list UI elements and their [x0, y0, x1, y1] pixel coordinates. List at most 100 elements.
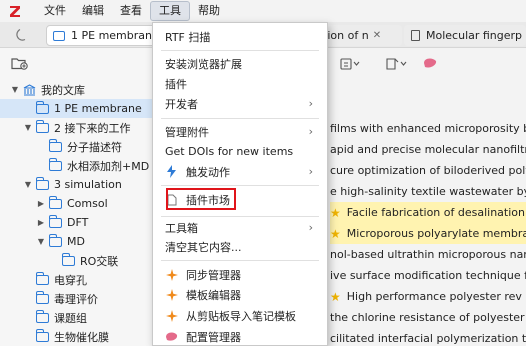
menu-template-editor[interactable]: 模板编辑器 [153, 285, 327, 304]
tree-collection[interactable]: ▶ DFT [0, 213, 160, 232]
menu-clear-main-content[interactable]: 清空其它内容... [153, 237, 327, 256]
tree-collection[interactable]: 1 PE membrane [0, 99, 160, 118]
tree-collection[interactable]: ▼ 3 simulation [0, 175, 160, 194]
list-item[interactable]: ★ High performance polyester rev [330, 286, 526, 307]
menu-label: 同步管理器 [186, 268, 241, 282]
menu-config-manager[interactable]: 配置管理器 [153, 327, 327, 346]
item-title: ive surface modification technique fo [330, 269, 526, 282]
menu-separator [161, 216, 319, 217]
tree-collection[interactable]: 生物催化膜 [0, 327, 160, 346]
item-title: Facile fabrication of desalination N [346, 206, 526, 219]
menu-import-note-template[interactable]: 从剪贴板导入笔记模板 [153, 306, 327, 325]
folder-icon [48, 138, 62, 152]
tree-label: 毒理评价 [54, 292, 98, 306]
tree-label: 水相添加剂+MD [67, 159, 150, 173]
moon-icon[interactable] [14, 27, 30, 43]
close-icon[interactable]: ✕ [373, 30, 381, 41]
menu-manage-attachments[interactable]: 管理附件 › [153, 122, 327, 141]
lightning-icon [165, 165, 178, 178]
chevron-right-icon[interactable]: ▶ [36, 218, 46, 227]
library-icon [23, 83, 36, 96]
chevron-down-icon[interactable]: ▼ [23, 180, 33, 189]
menu-plugins[interactable]: 插件 [153, 74, 327, 93]
tree-collection[interactable]: 水相添加剂+MD [0, 156, 160, 175]
document-icon [411, 30, 420, 41]
tools-menu: RTF 扫描 安装浏览器扩展 插件 开发者 › 管理附件 › Get DOIs fo… [152, 22, 328, 346]
tree-my-library[interactable]: ▼ 我的文库 [0, 80, 160, 99]
new-collection-icon[interactable] [11, 56, 29, 70]
tree-label: Comsol [67, 197, 108, 210]
chevron-down-icon[interactable]: ▼ [10, 85, 20, 94]
folder-icon [35, 271, 49, 285]
list-item[interactable]: nol-based ultrathin microporous nan [330, 244, 526, 265]
import-template-icon [165, 309, 178, 322]
menu-help[interactable]: 帮助 [190, 1, 228, 21]
menu-label: 模板编辑器 [186, 288, 241, 302]
folder-icon [53, 30, 65, 41]
tab-library[interactable]: 1 PE membrane [46, 25, 158, 46]
collection-pane: ▼ 我的文库 1 PE membrane ▼ 2 接下来的工作 分子描述符 水相… [0, 48, 160, 346]
menu-triggers[interactable]: 触发动作 › [153, 162, 327, 181]
new-note-icon[interactable] [385, 57, 407, 74]
menu-developer[interactable]: 开发者 › [153, 94, 327, 113]
tree-collection[interactable]: 电穿孔 [0, 270, 160, 289]
menu-tools[interactable]: 工具 [150, 1, 190, 21]
folder-icon [61, 252, 75, 266]
tree-collection[interactable]: ▼ 2 接下来的工作 [0, 118, 160, 137]
chevron-right-icon[interactable]: ▶ [36, 199, 46, 208]
zotero-logo-icon [8, 4, 22, 18]
menu-get-dois[interactable]: Get DOIs for new items [153, 142, 327, 161]
menu-separator [161, 50, 319, 51]
item-title: e high-salinity textile wastewater by [330, 185, 526, 198]
folder-icon [35, 119, 49, 133]
menu-label: 开发者 [165, 97, 198, 111]
chevron-right-icon: › [308, 97, 313, 110]
folder-icon [35, 328, 49, 342]
tree-label: 2 接下来的工作 [54, 121, 131, 135]
menu-label: 清空其它内容... [165, 240, 242, 254]
tree-label: 3 simulation [54, 178, 122, 191]
list-item[interactable]: films with enhanced microporosity b [330, 118, 526, 139]
tree-collection[interactable]: 课题组 [0, 308, 160, 327]
list-item[interactable]: ★ Facile fabrication of desalination N [330, 202, 526, 223]
items-toolbar [330, 52, 526, 76]
item-title: Microporous polyarylate membran [346, 227, 526, 240]
item-title: cure optimization of biloderived poly [330, 164, 526, 177]
menu-label: 管理附件 [165, 125, 209, 139]
menu-label: 配置管理器 [186, 330, 241, 344]
tab-library-label: 1 PE membrane [71, 29, 158, 42]
tree-label: 课题组 [54, 311, 87, 325]
list-item[interactable]: ive surface modification technique fo [330, 265, 526, 286]
tag-icon[interactable] [422, 56, 438, 73]
tree-collection[interactable]: 分子描述符 [0, 137, 160, 156]
tree-label: 生物催化膜 [54, 330, 109, 344]
tree-collection[interactable]: 毒理评价 [0, 289, 160, 308]
star-icon: ★ [330, 205, 341, 220]
star-icon: ★ [330, 289, 341, 304]
chevron-down-icon[interactable]: ▼ [23, 123, 33, 132]
chevron-down-icon[interactable]: ▼ [36, 237, 46, 246]
tree-label: 分子描述符 [67, 140, 122, 154]
menu-toolbox[interactable]: 工具箱 › [153, 218, 327, 237]
list-item[interactable]: the chlorine resistance of polyester [330, 307, 526, 328]
menu-edit[interactable]: 编辑 [74, 1, 112, 21]
tree-collection[interactable]: ▶ Comsol [0, 194, 160, 213]
list-item[interactable]: ★ Microporous polyarylate membran [330, 223, 526, 244]
tree-collection[interactable]: RO交联 [0, 251, 160, 270]
list-item[interactable]: cure optimization of biloderived poly [330, 160, 526, 181]
tab-item-3[interactable]: Molecular fingerp [404, 25, 526, 46]
menu-rtf-scan[interactable]: RTF 扫描 [153, 27, 327, 46]
tab-item-2[interactable]: ction of n ✕ [316, 25, 402, 46]
menu-sync-manager[interactable]: 同步管理器 [153, 265, 327, 284]
list-item[interactable]: apid and precise molecular nanofiltr [330, 139, 526, 160]
menu-file[interactable]: 文件 [36, 1, 74, 21]
menu-label: Get DOIs for new items [165, 145, 294, 158]
list-item[interactable]: cilitated interfacial polymerization to [330, 328, 526, 346]
tree-collection[interactable]: ▼ MD [0, 232, 160, 251]
list-item[interactable]: e high-salinity textile wastewater by [330, 181, 526, 202]
menu-install-browser-extension[interactable]: 安装浏览器扩展 [153, 54, 327, 73]
menu-view[interactable]: 查看 [112, 1, 150, 21]
item-title: the chlorine resistance of polyester [330, 311, 525, 324]
template-editor-icon [165, 288, 178, 301]
add-by-identifier-icon[interactable] [340, 57, 360, 74]
